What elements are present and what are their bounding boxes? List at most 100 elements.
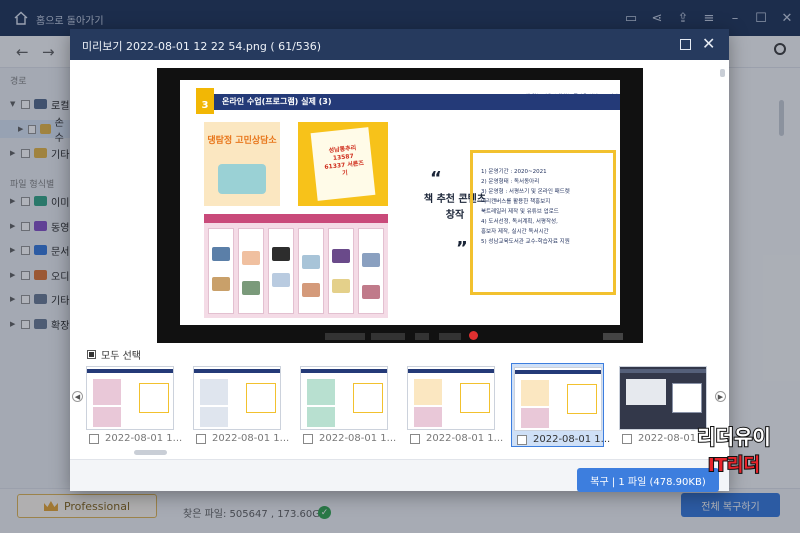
control-pill (415, 333, 429, 340)
slide-subtitle: 책 읽는 가을 소원하는 즐거움 성남시 도서관 (525, 94, 618, 100)
thumbnail-caption: 2022-08-01 1... (89, 433, 182, 444)
info-line: 3) 운영형 : 서평쓰기 및 온라인 패드렛 (481, 189, 570, 195)
thumbnail-checkbox[interactable] (89, 433, 99, 444)
thumbnail-label: 2022-08-01 1... (319, 433, 397, 444)
board-column (328, 228, 354, 314)
thumb-box (246, 383, 276, 413)
info-line: 2) 운영형태 : 독서동아리 (481, 179, 540, 185)
thumbnail-scrollbar[interactable] (134, 450, 167, 455)
board-image (272, 273, 290, 287)
thumb-box (460, 383, 490, 413)
info-list: 1) 운영기간 : 2020~2021 2) 운영형태 : 독서동아리 3) 운… (481, 167, 570, 247)
board-image (212, 247, 230, 261)
thumbnail-checkbox[interactable] (410, 433, 420, 444)
thumbnail-checkbox[interactable] (196, 433, 206, 444)
book-card: 성남통추리 13587 61337 서른즈기 (298, 122, 388, 206)
board-image (302, 283, 320, 297)
preview-slide: 3 온라인 수업(프로그램) 실제 (3) 책 읽는 가을 소원하는 즐거움 성… (180, 80, 620, 325)
info-line: 5) 성남교육도서관 교수-학습자료 지원 (481, 239, 570, 245)
info-line: 미리캔버스를 활용한 책홍보지 (481, 199, 551, 205)
control-pill (603, 333, 623, 340)
slide-number: 3 (196, 88, 214, 114)
thumbnail-item-selected[interactable]: 2022-08-01 1... (511, 363, 610, 447)
thumb-bar (194, 369, 280, 373)
thumbnail-item[interactable]: 2022-08-01 1... (191, 363, 289, 447)
info-box: 1) 운영기간 : 2020~2021 2) 운영형태 : 독서동아리 3) 운… (470, 150, 616, 295)
select-all[interactable]: 모두 선택 (87, 347, 141, 362)
thumb-bar (515, 370, 601, 374)
slide-heading: 온라인 수업(프로그램) 실제 (3) (222, 97, 332, 106)
thumb-bar (301, 369, 387, 373)
board-column (298, 228, 324, 314)
watermark-line-2: IT리더 (707, 454, 761, 477)
thumb-bar (408, 369, 494, 373)
thumb-block (414, 379, 442, 405)
meeting-controls-bar (157, 330, 643, 343)
board-image (272, 247, 290, 261)
thumb-box (353, 383, 383, 413)
board-image (362, 253, 380, 267)
select-all-checkbox[interactable] (87, 350, 96, 359)
thumbnail-label: 2022-08-01 1... (105, 433, 183, 444)
poster-card: 댕탐정 고민상담소 (204, 122, 280, 206)
thumb-block (307, 407, 335, 427)
board-column (238, 228, 264, 314)
dialog-scrollbar[interactable] (720, 69, 725, 77)
thumb-block (626, 379, 666, 405)
thumbnail-item[interactable]: 2022-08-01 1... (84, 363, 182, 447)
preview-dialog: 미리보기 2022-08-01 12 22 54.png ( 61/536) ✕… (70, 29, 729, 492)
thumb-block (93, 379, 121, 405)
thumbnail-item[interactable]: 2022-08-01 1... (298, 363, 396, 447)
thumbnail-label: 2022-08-01 1... (212, 433, 290, 444)
close-icon[interactable]: ✕ (702, 34, 715, 53)
thumbnail-checkbox[interactable] (517, 434, 527, 445)
thumb-block (200, 379, 228, 405)
thumb-block (307, 379, 335, 405)
thumb-block (93, 407, 121, 427)
info-line: 4) 도서선정, 독서계획, 서평작성, (481, 219, 558, 225)
info-line: 1) 운영기간 : 2020~2021 (481, 169, 547, 175)
board-column (358, 228, 384, 314)
thumb-bar (87, 369, 173, 373)
maximize-icon[interactable] (680, 39, 691, 50)
thumbnail-image (514, 367, 602, 431)
thumbnail-checkbox[interactable] (303, 433, 313, 444)
board-image (242, 251, 260, 265)
thumb-block (414, 407, 442, 427)
thumbnail-checkbox[interactable] (622, 433, 632, 444)
thumbnail-next-icon[interactable]: ▶ (715, 391, 726, 402)
thumb-block (521, 380, 549, 406)
dialog-title: 미리보기 2022-08-01 12 22 54.png ( 61/536) (82, 40, 322, 53)
thumb-box (139, 383, 169, 413)
select-all-label: 모두 선택 (101, 351, 141, 362)
thumb-bar (620, 369, 706, 373)
board-image (362, 285, 380, 299)
thumbnail-caption: 2022-08-01 1... (410, 433, 503, 444)
thumb-block (521, 408, 549, 428)
board-image (242, 281, 260, 295)
info-line: 북트레일러 제작 및 유튜브 업로드 (481, 209, 559, 215)
thumbnail-prev-icon[interactable]: ◀ (72, 391, 83, 402)
board-image (302, 255, 320, 269)
thumbnail-image (300, 366, 388, 430)
board-header (204, 214, 388, 223)
thumbnail-caption: 2022-08-01 1... (196, 433, 289, 444)
quote-open-icon: “ (430, 168, 442, 189)
thumbnail-caption: 2022-08-01 1... (517, 434, 610, 445)
quote-close-icon: ” (456, 238, 468, 259)
image-preview: 3 온라인 수업(프로그램) 실제 (3) 책 읽는 가을 소원하는 즐거움 성… (157, 68, 643, 343)
thumb-block (200, 407, 228, 427)
poster-title: 댕탐정 고민상담소 (207, 136, 277, 146)
board-column (268, 228, 294, 314)
poster-illustration (218, 164, 266, 194)
watermark-line-1: 리더유이 (696, 424, 772, 450)
dialog-header: 미리보기 2022-08-01 12 22 54.png ( 61/536) ✕ (70, 29, 729, 60)
control-pill (371, 333, 405, 340)
board-column (208, 228, 234, 314)
padlet-board (204, 214, 388, 318)
record-icon (469, 331, 478, 340)
thumbnail-item[interactable]: 2022-08-01 1... (405, 363, 503, 447)
thumbnail-image (407, 366, 495, 430)
paper-illustration: 성남통추리 13587 61337 서른즈기 (310, 127, 376, 201)
board-image (212, 277, 230, 291)
